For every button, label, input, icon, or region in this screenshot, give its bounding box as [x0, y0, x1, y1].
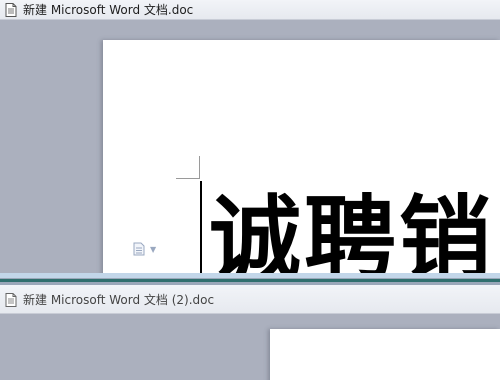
word-document-icon — [5, 3, 17, 17]
document-workspace[interactable]: ▼ 诚聘销 — [0, 20, 500, 273]
document-page[interactable] — [270, 329, 500, 380]
margin-crop-mark — [199, 156, 200, 179]
window-title: 新建 Microsoft Word 文档.doc — [23, 3, 194, 17]
window-splitter[interactable] — [0, 273, 500, 285]
document-window-1: 新建 Microsoft Word 文档.doc ▼ 诚聘销 — [0, 0, 500, 273]
document-body-text[interactable]: 诚聘销 — [209, 185, 494, 273]
document-page[interactable]: ▼ 诚聘销 — [103, 40, 500, 273]
title-bar[interactable]: 新建 Microsoft Word 文档.doc — [0, 0, 500, 20]
splitter-line — [0, 279, 500, 282]
title-bar[interactable]: 新建 Microsoft Word 文档 (2).doc — [0, 285, 500, 314]
document-workspace[interactable] — [0, 314, 500, 380]
word-document-icon — [5, 293, 17, 307]
window-title: 新建 Microsoft Word 文档 (2).doc — [23, 293, 215, 307]
document-window-2: 新建 Microsoft Word 文档 (2).doc — [0, 285, 500, 380]
margin-crop-mark — [176, 178, 200, 179]
splitter-highlight — [0, 273, 500, 278]
paste-options-icon[interactable] — [133, 242, 145, 256]
chevron-down-icon[interactable]: ▼ — [150, 246, 156, 254]
text-cursor — [200, 181, 202, 273]
